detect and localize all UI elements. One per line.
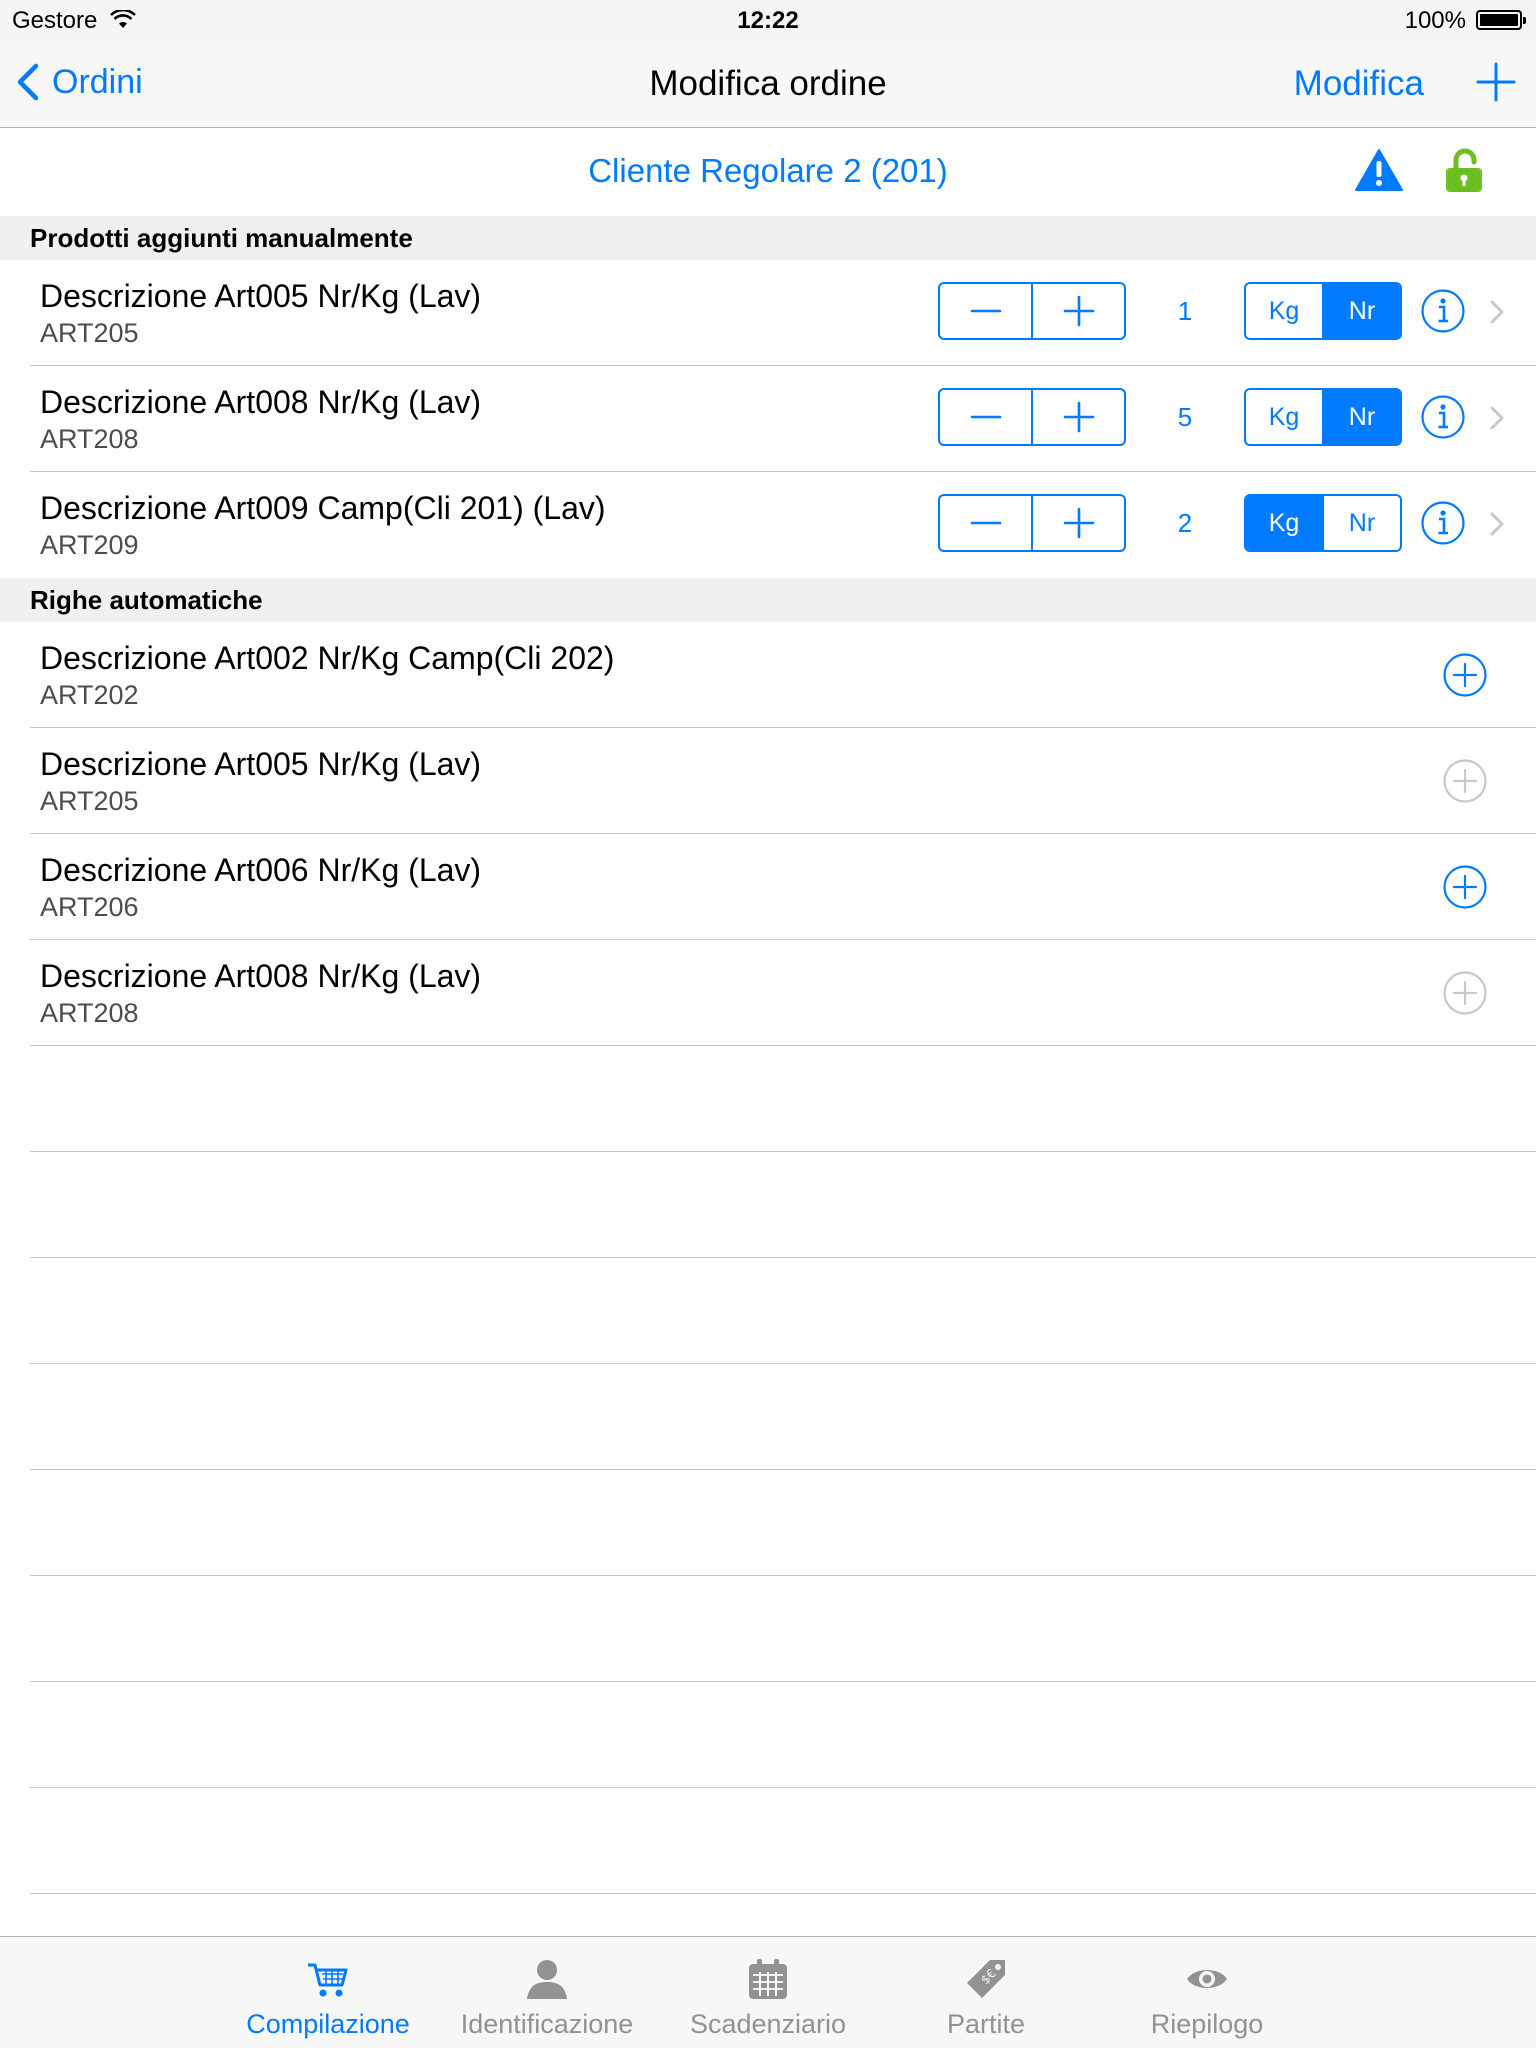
product-code: ART202: [40, 680, 139, 710]
product-description: Descrizione Art002 Nr/Kg Camp(Cli 202): [40, 640, 615, 676]
unit-option-kg[interactable]: Kg: [1246, 496, 1322, 550]
empty-row-separator: [30, 1257, 1536, 1258]
product-code: ART209: [40, 530, 139, 560]
tab-label: Scadenziario: [689, 2009, 847, 2039]
manual-product-row: Descrizione Art005 Nr/Kg (Lav) ART205 1 Kg N…: [0, 260, 1536, 366]
minus-icon: [970, 309, 1001, 313]
empty-row-separator: [30, 1469, 1536, 1470]
automatic-row: Descrizione Art002 Nr/Kg Camp(Cli 202) AR…: [0, 622, 1536, 728]
battery-percent: 100%: [1404, 7, 1466, 34]
product-description: Descrizione Art009 Camp(Cli 201) (Lav): [40, 490, 606, 526]
info-icon[interactable]: [1420, 394, 1466, 440]
decrement-button[interactable]: [940, 284, 1031, 338]
tab-compilazione[interactable]: Compilazione: [228, 1937, 428, 2048]
warning-icon[interactable]: [1354, 148, 1404, 192]
product-code: ART206: [40, 892, 139, 922]
empty-row-separator: [30, 1575, 1536, 1576]
add-circle-icon[interactable]: [1442, 758, 1488, 804]
add-circle-icon[interactable]: [1442, 970, 1488, 1016]
navigation-bar: Ordini Modifica ordine Modifica: [0, 40, 1536, 128]
empty-row-separator: [30, 1787, 1536, 1788]
manual-product-row: Descrizione Art008 Nr/Kg (Lav) ART208 5 Kg N…: [0, 366, 1536, 472]
calendar-icon: [749, 1959, 787, 1999]
empty-row-separator: [30, 1363, 1536, 1364]
empty-row-separator: [30, 1681, 1536, 1682]
unit-segmented-control[interactable]: Kg Nr: [1244, 494, 1402, 552]
unit-option-nr[interactable]: Nr: [1322, 496, 1400, 550]
chevron-right-icon[interactable]: [1488, 298, 1506, 326]
product-description: Descrizione Art006 Nr/Kg (Lav): [40, 852, 482, 888]
battery-icon: [1476, 10, 1526, 30]
unit-option-nr[interactable]: Nr: [1322, 284, 1400, 338]
tab-identificazione[interactable]: Identificazione: [447, 1937, 647, 2048]
plus-icon: [1063, 401, 1094, 433]
empty-row-separator: [30, 1893, 1536, 1894]
chevron-right-icon[interactable]: [1488, 404, 1506, 432]
quantity-stepper[interactable]: [938, 282, 1126, 340]
clock: 12:22: [737, 7, 799, 34]
increment-button[interactable]: [1031, 284, 1124, 338]
quantity-stepper[interactable]: [938, 388, 1126, 446]
info-icon[interactable]: [1420, 500, 1466, 546]
automatic-row: Descrizione Art008 Nr/Kg (Lav) ART208: [0, 940, 1536, 1046]
plus-icon: [1063, 295, 1094, 327]
tab-riepilogo[interactable]: Riepilogo: [1107, 1937, 1307, 2048]
tab-label: Identificazione: [460, 2009, 634, 2039]
quantity-stepper[interactable]: [938, 494, 1126, 552]
product-description: Descrizione Art005 Nr/Kg (Lav): [40, 278, 482, 314]
chevron-right-icon[interactable]: [1488, 510, 1506, 538]
unit-segmented-control[interactable]: Kg Nr: [1244, 388, 1402, 446]
tab-partite[interactable]: $€ Partite: [886, 1937, 1086, 2048]
minus-icon: [970, 521, 1001, 525]
tab-label: Compilazione: [246, 2009, 410, 2039]
manual-product-row: Descrizione Art009 Camp(Cli 201) (Lav) AR…: [0, 472, 1536, 578]
customer-header: Cliente Regolare 2 (201): [0, 128, 1536, 216]
empty-row-separator: [30, 1151, 1536, 1152]
tab-bar: Compilazione Identificazione Scadenziari…: [0, 1936, 1536, 2048]
unit-option-kg[interactable]: Kg: [1246, 390, 1322, 444]
section-header-manual: Prodotti aggiunti manualmente: [0, 216, 1536, 260]
customer-name[interactable]: Cliente Regolare 2 (201): [0, 152, 1536, 190]
decrement-button[interactable]: [940, 390, 1031, 444]
decrement-button[interactable]: [940, 496, 1031, 550]
unit-option-nr[interactable]: Nr: [1322, 390, 1400, 444]
section-header-auto: Righe automatiche: [0, 578, 1536, 622]
quantity-value: 2: [1177, 508, 1193, 538]
quantity-value: 1: [1177, 296, 1193, 326]
unit-option-kg[interactable]: Kg: [1246, 284, 1322, 338]
unlocked-icon[interactable]: [1444, 148, 1484, 194]
status-bar: Gestore 12:22 100%: [0, 0, 1536, 40]
product-code: ART205: [40, 318, 139, 348]
info-icon[interactable]: [1420, 288, 1466, 334]
eye-icon: [1187, 1970, 1227, 1988]
tab-label: Riepilogo: [1150, 2009, 1264, 2039]
tab-label: Partite: [946, 2009, 1026, 2039]
tab-scadenziario[interactable]: Scadenziario: [668, 1937, 868, 2048]
minus-icon: [970, 415, 1001, 419]
product-code: ART208: [40, 998, 139, 1028]
automatic-row: Descrizione Art005 Nr/Kg (Lav) ART205: [0, 728, 1536, 834]
product-code: ART208: [40, 424, 139, 454]
add-circle-icon[interactable]: [1442, 864, 1488, 910]
product-description: Descrizione Art008 Nr/Kg (Lav): [40, 958, 482, 994]
person-icon: [527, 1960, 567, 1999]
price-tag-icon: $€: [967, 1960, 1005, 1998]
edit-button[interactable]: Modifica: [1294, 64, 1424, 104]
product-description: Descrizione Art008 Nr/Kg (Lav): [40, 384, 482, 420]
plus-icon: [1063, 507, 1094, 539]
row-separator: [30, 1045, 1536, 1046]
increment-button[interactable]: [1031, 496, 1124, 550]
unit-segmented-control[interactable]: Kg Nr: [1244, 282, 1402, 340]
quantity-value: 5: [1177, 402, 1193, 432]
add-circle-icon[interactable]: [1442, 652, 1488, 698]
increment-button[interactable]: [1031, 390, 1124, 444]
add-icon[interactable]: [1474, 60, 1518, 104]
product-description: Descrizione Art005 Nr/Kg (Lav): [40, 746, 482, 782]
product-code: ART205: [40, 786, 139, 816]
automatic-row: Descrizione Art006 Nr/Kg (Lav) ART206: [0, 834, 1536, 940]
cart-icon: [308, 1963, 348, 1997]
